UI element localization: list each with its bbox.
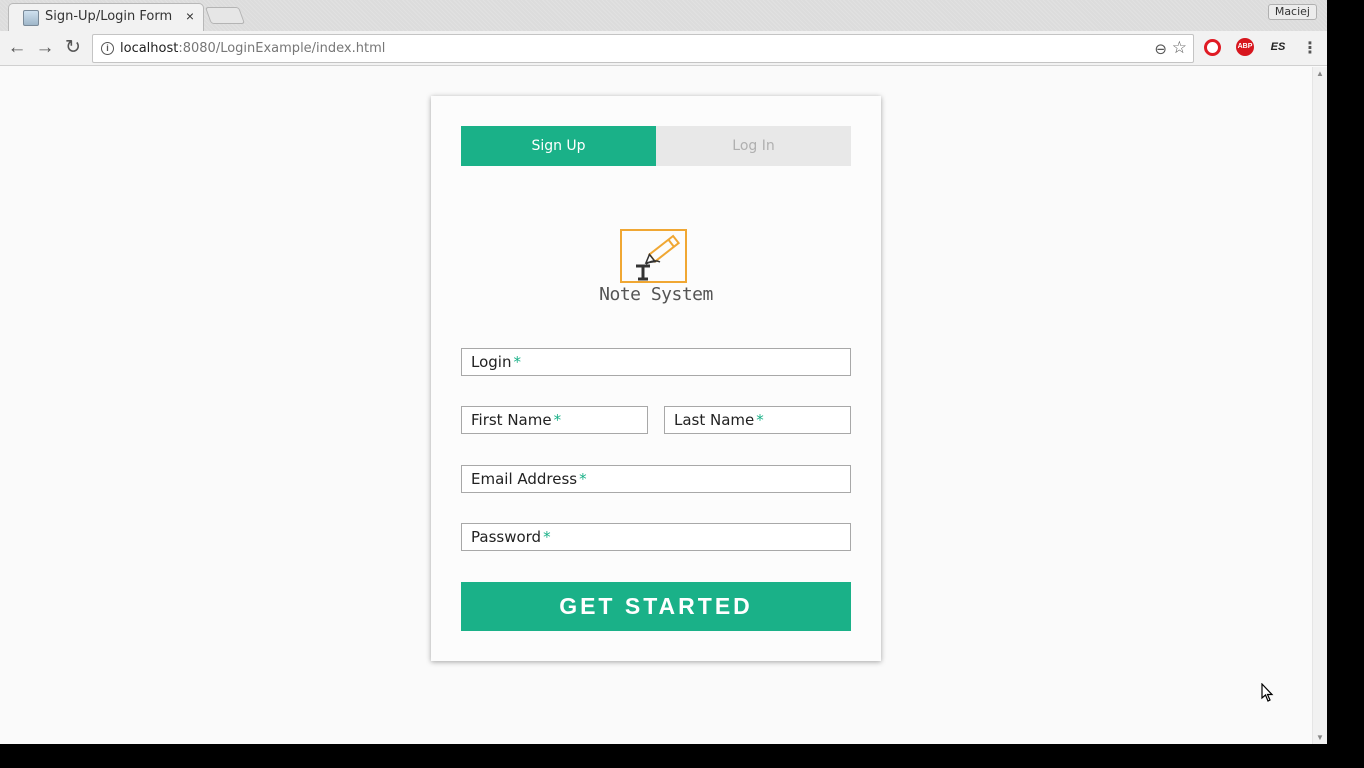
login-label-text: Login [471, 353, 512, 371]
last-name-field[interactable]: Last Name * [664, 406, 851, 434]
vertical-scrollbar[interactable]: ▲ ▼ [1312, 67, 1327, 744]
email-label: Email Address * [471, 470, 587, 488]
email-field[interactable]: Email Address * [461, 465, 851, 493]
info-icon[interactable]: i [101, 42, 114, 55]
last-name-label-text: Last Name [674, 411, 755, 429]
address-bar[interactable]: i localhost:8080/LoginExample/index.html… [92, 34, 1194, 63]
password-label-text: Password [471, 528, 542, 546]
tab-strip: Sign-Up/Login Form × Maciej [0, 0, 1327, 31]
password-field[interactable]: Password * [461, 523, 851, 551]
url-text: localhost:8080/LoginExample/index.html [120, 41, 385, 56]
first-name-field[interactable]: First Name * [461, 406, 648, 434]
note-system-logo: Note System [594, 229, 724, 311]
bookmark-star-icon[interactable]: ☆ [1172, 38, 1187, 58]
login-label: Login * [471, 353, 521, 371]
browser-tab[interactable]: Sign-Up/Login Form × [8, 3, 204, 31]
reload-icon[interactable]: ↻ [62, 37, 84, 59]
pencil-icon [636, 234, 681, 281]
signup-form-card: Sign Up Log In Note System Login * First… [431, 96, 881, 661]
first-name-label-text: First Name [471, 411, 552, 429]
first-name-label: First Name * [471, 411, 561, 429]
browser-toolbar: ← → ↻ i localhost:8080/LoginExample/inde… [0, 31, 1327, 66]
required-marker: * [579, 470, 587, 488]
mouse-cursor-icon [1261, 683, 1274, 702]
page-favicon-icon [23, 10, 39, 26]
password-label: Password * [471, 528, 551, 546]
url-path: :8080/LoginExample/index.html [178, 41, 386, 56]
logo-frame [620, 229, 687, 283]
opera-extension-icon[interactable] [1204, 39, 1221, 56]
required-marker: * [513, 353, 521, 371]
form-tabs: Sign Up Log In [461, 126, 851, 166]
zoom-icon[interactable]: ⊖ [1154, 40, 1167, 58]
forward-arrow-icon[interactable]: → [34, 37, 56, 59]
close-icon[interactable]: × [186, 8, 194, 24]
required-marker: * [756, 411, 764, 429]
tab-sign-up[interactable]: Sign Up [461, 126, 656, 166]
tab-title: Sign-Up/Login Form [45, 9, 173, 24]
get-started-button[interactable]: GET STARTED [461, 582, 851, 631]
last-name-label: Last Name * [674, 411, 764, 429]
browser-window: Sign-Up/Login Form × Maciej ← → ↻ i loca… [0, 0, 1327, 744]
tab-log-in[interactable]: Log In [656, 126, 851, 166]
logo-text: Note System [599, 284, 713, 305]
back-arrow-icon[interactable]: ← [6, 37, 28, 59]
profile-button[interactable]: Maciej [1267, 4, 1317, 20]
scroll-down-icon[interactable]: ▼ [1316, 733, 1324, 742]
new-tab-button[interactable] [204, 7, 246, 24]
adblock-extension-icon[interactable]: ABP [1236, 38, 1254, 56]
page-content: Sign Up Log In Note System Login * First… [0, 67, 1312, 744]
required-marker: * [553, 411, 562, 429]
url-host: localhost [120, 41, 179, 56]
email-label-text: Email Address [471, 470, 578, 488]
es-extension-icon[interactable]: ES [1268, 38, 1288, 56]
required-marker: * [543, 528, 551, 546]
menu-icon[interactable]: ⋮ [1302, 38, 1318, 58]
login-field[interactable]: Login * [461, 348, 851, 376]
scroll-up-icon[interactable]: ▲ [1316, 69, 1324, 78]
